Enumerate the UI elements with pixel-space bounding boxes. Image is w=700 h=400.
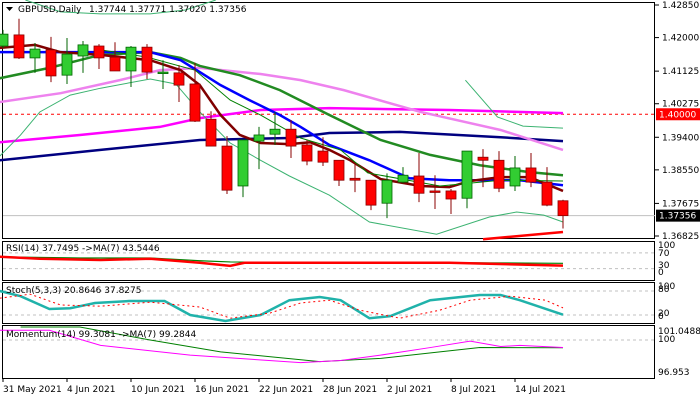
date-label: 22 Jun 2021 <box>259 385 313 395</box>
candle-body <box>13 34 25 59</box>
candle-body <box>109 56 121 72</box>
candle-body <box>269 128 281 135</box>
candle-body <box>29 48 41 59</box>
candle-body <box>493 159 505 189</box>
stoch-tick-label: 80 <box>658 285 670 295</box>
candle-body <box>125 46 137 72</box>
momentum-label: Momentum(14) 99.3081 ->MA(7) 99.2844 <box>6 330 197 340</box>
candle-body <box>189 83 201 122</box>
time-axis: 31 May 2021 4 Jun 2021 10 Jun 2021 16 Jun 2… <box>2 378 566 395</box>
candle-body <box>173 72 185 86</box>
candle-body <box>557 200 569 217</box>
candle-body <box>205 118 217 147</box>
date-label: 14 Jul 2021 <box>515 385 566 395</box>
candle-body <box>333 159 345 181</box>
date-label: 28 Jun 2021 <box>323 385 377 395</box>
candle-body <box>141 46 153 73</box>
stoch-tick-label: 0 <box>658 312 664 322</box>
candle-body <box>413 175 425 194</box>
symbol-label: GBPUSD,Daily <box>18 5 82 15</box>
candle-body <box>365 179 377 206</box>
date-label: 2 Jul 2021 <box>387 385 432 395</box>
candle-body <box>61 53 73 76</box>
candle-body <box>541 181 553 206</box>
candle-body <box>45 49 57 77</box>
candle-body <box>461 150 473 199</box>
candle-body <box>301 144 313 162</box>
main-panel-frame <box>2 2 655 239</box>
candle-body <box>253 134 265 142</box>
candle-body <box>477 156 489 161</box>
level-price-label: 1.40000 <box>659 110 696 120</box>
candle-body <box>381 179 393 204</box>
candle-body <box>285 128 297 147</box>
date-label: 16 Jun 2021 <box>195 385 249 395</box>
price-axis: 1.42850 1.42000 1.41125 1.40275 1.39400 1.385… <box>655 1 700 378</box>
candle-body <box>445 190 457 200</box>
rsi-panel-tick-label: 70 <box>658 249 670 259</box>
candle-body <box>0 33 9 47</box>
date-label: 4 Jun 2021 <box>67 385 115 395</box>
candle-body <box>317 150 329 163</box>
candle-body <box>77 44 89 57</box>
date-label: 8 Jul 2021 <box>451 385 496 395</box>
price-tick-label: 1.40275 <box>662 100 699 110</box>
ohlc-values: 1.37744 1.37771 1.37020 1.37356 <box>89 5 247 15</box>
candle-body <box>509 167 521 187</box>
candle-body <box>525 167 537 183</box>
price-tick-label: 1.37675 <box>662 199 699 209</box>
price-tick-label: 1.42000 <box>662 34 699 44</box>
date-label: 31 May 2021 <box>3 385 62 395</box>
candle-body <box>157 71 169 74</box>
trading-chart[interactable]: GBPUSD,Daily 1.37744 1.37771 1.37020 1.3… <box>0 0 700 400</box>
price-tick-label: 1.39400 <box>662 133 699 143</box>
price-tick-label: 1.38550 <box>662 166 699 176</box>
rsi-label: RSI(14) 37.7495 ->MA(7) 43.5446 <box>6 244 160 254</box>
candle-body <box>221 145 233 191</box>
candle-body <box>237 139 249 187</box>
candle-body <box>397 174 409 183</box>
momentum-tick-label: 100 <box>658 335 675 345</box>
momentum-tick-label: 96.953 <box>658 368 690 378</box>
price-tick-label: 1.41125 <box>662 67 699 77</box>
candle-body <box>349 177 361 181</box>
chart-header: GBPUSD,Daily 1.37744 1.37771 1.37020 1.3… <box>6 5 247 15</box>
stoch-label: Stoch(5,3,3) 20.8646 37.8275 <box>6 286 141 296</box>
current-price-label: 1.37356 <box>659 212 696 222</box>
price-tick-label: 1.42850 <box>662 1 699 11</box>
date-label: 10 Jun 2021 <box>131 385 185 395</box>
rsi-panel-tick-label: 0 <box>658 268 664 278</box>
candle-body <box>429 190 441 193</box>
candle-body <box>93 45 105 59</box>
